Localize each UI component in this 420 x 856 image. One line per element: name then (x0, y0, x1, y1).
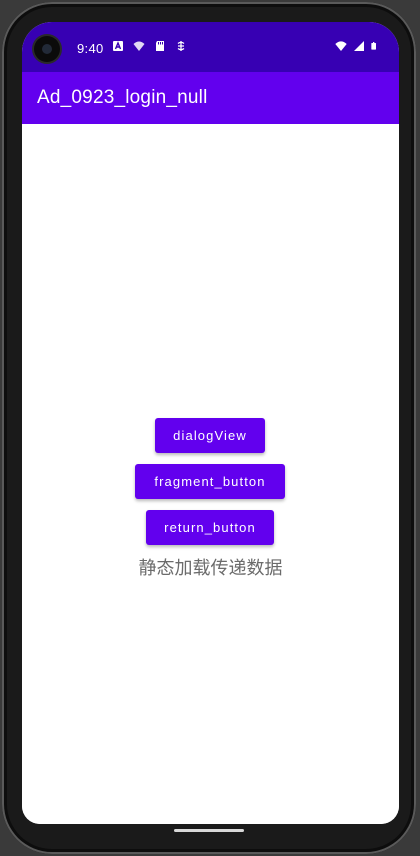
app-title: Ad_0923_login_null (37, 87, 208, 108)
camera-icon (34, 36, 60, 62)
main-content: dialogView fragment_button return_button… (22, 124, 399, 824)
return-button[interactable]: return_button (146, 510, 274, 545)
sync-notification-icon (177, 41, 185, 51)
home-indicator[interactable] (174, 829, 244, 832)
battery-icon (371, 42, 376, 50)
status-time: 9:40 (77, 41, 104, 56)
signal-icon (354, 41, 364, 51)
notification-icons (112, 40, 187, 52)
status-bar: 9:40 (22, 22, 399, 72)
sd-card-icon (156, 41, 164, 51)
wifi-notification-icon (133, 41, 145, 51)
dialog-view-button[interactable]: dialogView (155, 418, 265, 453)
screen: 9:40 Ad_0923_login_null dialogView fragm… (22, 22, 399, 824)
fragment-button[interactable]: fragment_button (135, 464, 285, 499)
phone-frame: 9:40 Ad_0923_login_null dialogView fragm… (2, 2, 416, 854)
static-load-text: 静态加载传递数据 (138, 558, 283, 579)
system-icons (335, 40, 379, 52)
a-notification-icon (113, 41, 123, 51)
wifi-icon (335, 41, 347, 51)
app-bar: Ad_0923_login_null (22, 72, 399, 124)
